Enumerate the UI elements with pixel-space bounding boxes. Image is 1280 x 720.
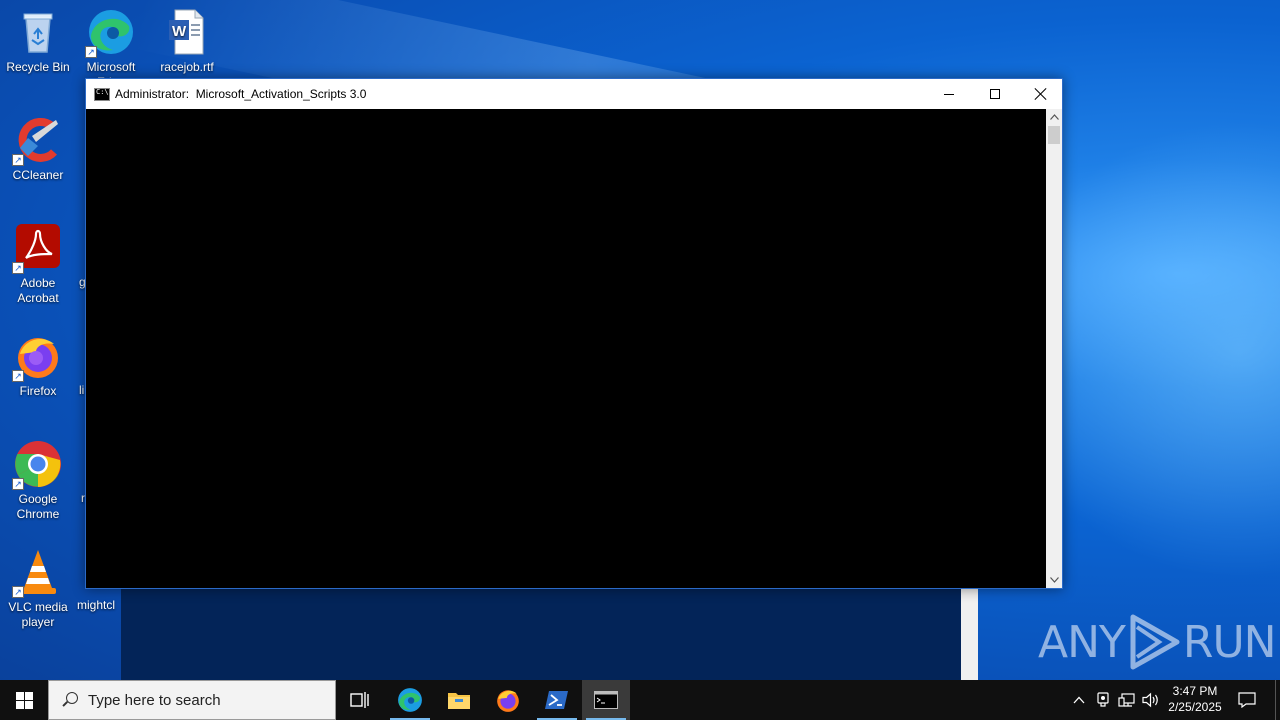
taskbar-firefox[interactable] xyxy=(484,680,532,720)
desktop-icon-ccleaner[interactable]: ↗ CCleaner xyxy=(0,116,76,183)
desktop-icon-label: Adobe Acrobat xyxy=(17,276,59,305)
taskbar-edge[interactable] xyxy=(386,680,434,720)
firefox-icon: ↗ xyxy=(12,332,62,382)
desktop-icon-google-chrome[interactable]: ↗ Google Chrome xyxy=(0,440,76,522)
tray-network-button[interactable] xyxy=(1116,680,1138,720)
taskbar-search-box[interactable]: Type here to search xyxy=(48,680,336,720)
network-icon xyxy=(1118,693,1135,707)
background-window xyxy=(121,588,961,680)
desktop-icon-label: Recycle Bin xyxy=(6,60,70,74)
desktop-icon-racejob-rtf[interactable]: W racejob.rtf xyxy=(149,8,225,75)
maximize-icon xyxy=(990,89,1000,99)
shortcut-arrow-icon: ↗ xyxy=(85,46,97,58)
edge-icon: ↗ xyxy=(85,8,135,58)
taskbar-file-explorer[interactable] xyxy=(435,680,483,720)
hidden-desktop-label: mightcl xyxy=(77,598,116,612)
minimize-button[interactable] xyxy=(926,79,972,109)
taskbar-powershell[interactable] xyxy=(533,680,581,720)
desktop-icon-label: Firefox xyxy=(19,384,57,398)
watermark-text-right: RUN xyxy=(1182,616,1277,668)
taskbar: Type here to search 3:47 PM 2/25/2025 xyxy=(0,680,1280,720)
close-icon xyxy=(1035,88,1047,100)
edge-icon xyxy=(398,688,422,712)
shortcut-arrow-icon: ↗ xyxy=(12,478,24,490)
scroll-up-icon[interactable] xyxy=(1046,109,1062,125)
play-logo-icon xyxy=(1127,613,1181,671)
taskbar-clock[interactable]: 3:47 PM 2/25/2025 xyxy=(1160,683,1230,715)
clock-date: 2/25/2025 xyxy=(1168,700,1222,714)
volume-icon xyxy=(1142,692,1158,708)
powershell-icon xyxy=(545,691,568,709)
taskbar-cmd[interactable] xyxy=(582,680,630,720)
action-center-button[interactable] xyxy=(1232,680,1262,720)
chrome-icon: ↗ xyxy=(12,440,62,490)
vlc-icon: ↗ xyxy=(12,548,62,598)
desktop-icon-label: racejob.rtf xyxy=(160,60,214,74)
clock-time: 3:47 PM xyxy=(1172,684,1218,698)
desktop-icon-label: Microsoft Edge xyxy=(86,60,136,78)
desktop-icon-label: CCleaner xyxy=(12,168,64,182)
adobe-acrobat-icon: ↗ xyxy=(12,224,62,274)
device-icon xyxy=(1097,692,1109,707)
desktop-icon-label: Google Chrome xyxy=(16,492,60,521)
window-titlebar[interactable]: Administrator: Microsoft_Activation_Scri… xyxy=(86,79,1062,109)
shortcut-arrow-icon: ↗ xyxy=(12,586,24,598)
firefox-icon xyxy=(497,690,519,712)
background-window-edge xyxy=(961,588,978,680)
notification-icon xyxy=(1238,692,1256,708)
desktop-icon-firefox[interactable]: ↗ Firefox xyxy=(0,332,76,399)
shortcut-arrow-icon: ↗ xyxy=(12,370,24,382)
ccleaner-icon: ↗ xyxy=(12,116,62,166)
cmd-icon xyxy=(94,88,110,101)
show-desktop-button[interactable] xyxy=(1275,680,1280,720)
desktop-icon-label: VLC media player xyxy=(8,600,68,629)
windows-logo-icon xyxy=(15,691,33,709)
scrollbar-thumb[interactable] xyxy=(1048,126,1060,144)
hidden-desktop-label: li xyxy=(79,383,85,397)
vertical-scrollbar[interactable] xyxy=(1046,109,1062,588)
maximize-button[interactable] xyxy=(972,79,1018,109)
console-window[interactable]: Administrator: Microsoft_Activation_Scri… xyxy=(85,78,1063,589)
recycle-bin-icon xyxy=(14,8,62,56)
desktop-icon-microsoft-edge[interactable]: ↗ Microsoft Edge xyxy=(73,8,149,78)
close-button[interactable] xyxy=(1018,79,1064,109)
show-hidden-icons-button[interactable] xyxy=(1068,680,1090,720)
anyrun-watermark: ANY RUN xyxy=(1038,612,1277,672)
chevron-up-icon xyxy=(1073,696,1085,704)
scroll-down-icon[interactable] xyxy=(1046,572,1062,588)
start-button[interactable] xyxy=(0,680,48,720)
search-placeholder: Type here to search xyxy=(88,691,221,709)
tray-volume-button[interactable] xyxy=(1140,680,1162,720)
shortcut-arrow-icon: ↗ xyxy=(12,262,24,274)
cmd-icon xyxy=(594,691,618,709)
tray-device-icon-button[interactable] xyxy=(1092,680,1114,720)
task-view-icon xyxy=(350,692,369,708)
word-document-icon: W xyxy=(163,8,211,56)
minimize-icon xyxy=(944,93,954,95)
desktop-icon-vlc[interactable]: ↗ VLC media player xyxy=(0,548,76,630)
task-view-button[interactable] xyxy=(336,680,384,720)
desktop-icon-recycle-bin[interactable]: Recycle Bin xyxy=(0,8,76,75)
watermark-text-left: ANY xyxy=(1038,616,1126,668)
shortcut-arrow-icon: ↗ xyxy=(12,154,24,166)
desktop-icon-adobe-acrobat[interactable]: ↗ Adobe Acrobat xyxy=(0,224,76,306)
window-title: Administrator: Microsoft_Activation_Scri… xyxy=(115,87,367,101)
svg-text:W: W xyxy=(172,23,187,40)
console-output[interactable] xyxy=(86,109,1046,588)
search-icon xyxy=(62,692,78,708)
folder-icon xyxy=(448,693,470,709)
